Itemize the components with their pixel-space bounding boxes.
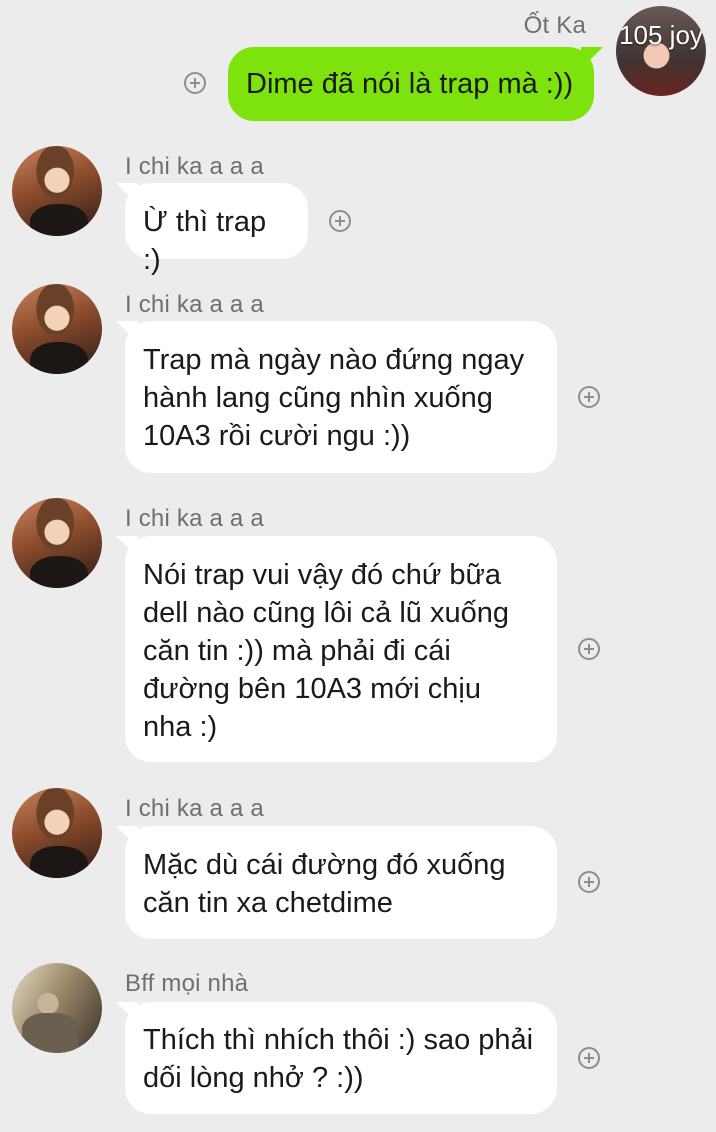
sender-name: Bff mọi nhà: [125, 970, 249, 997]
sender-name: I chi ka a a a: [125, 795, 264, 822]
avatar-ichika[interactable]: [12, 788, 102, 878]
message-line: Nói trap vui vậy đó chứ bữa: [143, 559, 501, 591]
message-bubble-outgoing[interactable]: Dime đã nói là trap mà :)): [228, 47, 594, 121]
sender-name-self: Ốt Ka: [523, 12, 586, 39]
message-bubble-incoming[interactable]: Ừ thì trap :): [125, 183, 308, 276]
message-bubble-incoming[interactable]: Mặc dù cái đường đó xuống căn tin xa che…: [125, 826, 557, 939]
reaction-plus-icon[interactable]: [578, 1047, 600, 1069]
avatar-bff[interactable]: [12, 963, 102, 1053]
avatar-self[interactable]: 105 joy: [616, 6, 706, 96]
message-line: căn tin xa chetdime: [143, 887, 393, 919]
message-bubble-incoming[interactable]: Nói trap vui vậy đó chứ bữa dell nào cũn…: [125, 536, 557, 762]
reaction-plus-icon[interactable]: [184, 72, 206, 94]
reaction-plus-icon[interactable]: [578, 386, 600, 408]
avatar-ichika[interactable]: [12, 146, 102, 236]
message-line: hành lang cũng nhìn xuống: [143, 382, 493, 414]
sender-name: I chi ka a a a: [125, 291, 264, 318]
message-bubble-incoming[interactable]: Thích thì nhích thôi :) sao phải dối lòn…: [125, 1002, 557, 1114]
message-line: Trap mà ngày nào đứng ngay: [143, 344, 525, 376]
message-line: Dime đã nói là trap mà :)): [246, 68, 574, 100]
message-line: Mặc dù cái đường đó xuống: [143, 849, 506, 881]
message-line: đường bên 10A3 mới chịu: [143, 673, 481, 705]
message-line: Thích thì nhích thôi :) sao phải: [143, 1024, 534, 1056]
reaction-plus-icon[interactable]: [578, 638, 600, 660]
reaction-plus-icon[interactable]: [329, 210, 351, 232]
sender-name: I chi ka a a a: [125, 153, 264, 180]
sender-name: I chi ka a a a: [125, 505, 264, 532]
message-line: Ừ thì trap :): [143, 206, 267, 276]
avatar-ichika[interactable]: [12, 498, 102, 588]
avatar-ichika[interactable]: [12, 284, 102, 374]
reaction-plus-icon[interactable]: [578, 871, 600, 893]
message-line: nha :): [143, 711, 218, 743]
message-line: dối lòng nhở ? :)): [143, 1062, 364, 1094]
message-line: 10A3 rồi cười ngu :)): [143, 420, 411, 452]
avatar-overlay-text: 105 joy: [619, 20, 703, 50]
message-bubble-incoming[interactable]: Trap mà ngày nào đứng ngay hành lang cũn…: [125, 321, 557, 473]
message-line: dell nào cũng lôi cả lũ xuống: [143, 597, 509, 629]
message-line: căn tin :)) mà phải đi cái: [143, 635, 451, 667]
